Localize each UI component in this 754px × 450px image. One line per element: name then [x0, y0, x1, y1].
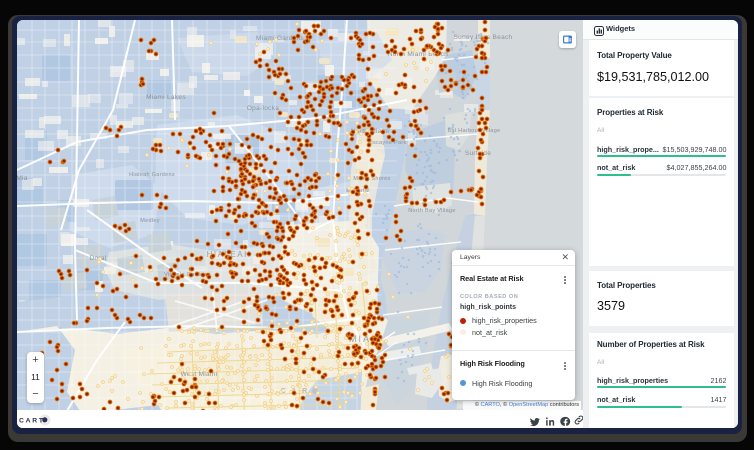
- svg-text:Hialeah Gardens: Hialeah Gardens: [129, 172, 175, 178]
- svg-text:Bal Harbour Village: Bal Harbour Village: [448, 128, 501, 134]
- svg-text:North Bay Village: North Bay Village: [408, 208, 456, 214]
- svg-text:Medley: Medley: [140, 218, 160, 224]
- svg-text:Mia: Mia: [17, 175, 28, 182]
- svg-text:Miami Lakes: Miami Lakes: [146, 94, 186, 101]
- svg-text:Biscayne Park: Biscayne Park: [367, 140, 406, 146]
- svg-text:Opa-locka: Opa-locka: [247, 105, 279, 112]
- svg-text:CART: CART: [19, 418, 45, 425]
